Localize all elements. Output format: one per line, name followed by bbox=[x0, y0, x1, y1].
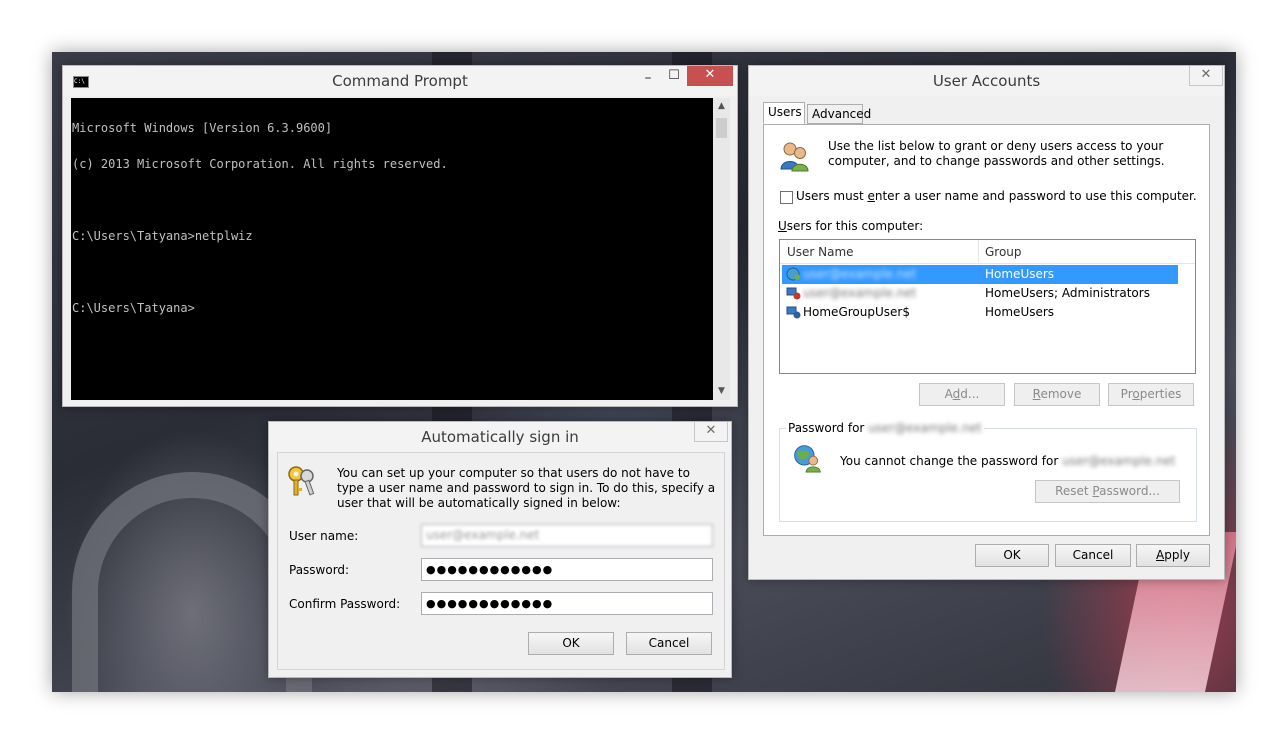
cancel-button[interactable]: Cancel bbox=[1055, 544, 1131, 567]
scroll-thumb[interactable] bbox=[716, 118, 727, 138]
console-line: (c) 2013 Microsoft Corporation. All righ… bbox=[72, 157, 448, 171]
require-password-label[interactable]: Users must enter a user name and passwor… bbox=[796, 189, 1197, 203]
password-for-user: user@example.net bbox=[868, 421, 982, 435]
password-field[interactable]: ●●●●●●●●●●●● bbox=[421, 558, 713, 581]
user-name-cell: user@example.net bbox=[803, 286, 917, 300]
user-globe-icon bbox=[786, 267, 800, 281]
column-header-group[interactable]: Group bbox=[985, 245, 1022, 259]
close-button[interactable]: ✕ bbox=[687, 66, 733, 86]
group-cell: HomeUsers bbox=[985, 267, 1055, 281]
cancel-button[interactable]: Cancel bbox=[626, 632, 712, 655]
close-button[interactable]: ✕ bbox=[1189, 66, 1223, 86]
cannot-change-password-text: You cannot change the password for user@… bbox=[840, 454, 1175, 468]
keys-icon bbox=[288, 466, 315, 496]
apply-button[interactable]: Apply bbox=[1136, 544, 1210, 567]
cannot-change-user: user@example.net bbox=[1062, 454, 1176, 468]
list-header: User Name Group bbox=[780, 240, 1195, 264]
remove-button[interactable]: Remove bbox=[1014, 383, 1100, 406]
confirm-password-label: Confirm Password: bbox=[289, 597, 401, 611]
dialog-title: User Accounts bbox=[932, 72, 1041, 90]
tab-users[interactable]: Users bbox=[763, 102, 805, 124]
user-name-field[interactable]: user@example.net bbox=[421, 524, 713, 547]
minimize-button[interactable]: – bbox=[637, 70, 659, 86]
users-icon bbox=[780, 142, 809, 172]
auto-sign-in-dialog: Automatically sign in ✕ You can set up y… bbox=[268, 421, 732, 678]
users-tab-panel: Use the list below to grant or deny user… bbox=[763, 124, 1210, 536]
dialog-description: You can set up your computer so that use… bbox=[337, 466, 716, 510]
label-part: assword... bbox=[1099, 484, 1160, 498]
label-part: pply bbox=[1164, 548, 1190, 562]
column-separator[interactable] bbox=[978, 240, 979, 264]
title-bar[interactable]: User Accounts ✕ bbox=[749, 66, 1224, 96]
add-button[interactable]: Add... bbox=[919, 383, 1005, 406]
ok-button[interactable]: OK bbox=[975, 544, 1049, 567]
ok-button[interactable]: OK bbox=[528, 632, 614, 655]
label-part: Pr bbox=[1120, 387, 1133, 401]
users-list[interactable]: User Name Group user@example.net HomeUse… bbox=[779, 239, 1196, 374]
password-label: Password: bbox=[289, 563, 350, 577]
table-row[interactable]: HomeGroupUser$ HomeUsers bbox=[782, 303, 1178, 322]
intro-text: Use the list below to grant or deny user… bbox=[828, 139, 1165, 168]
label-part: nter a user name and password to use thi… bbox=[874, 189, 1197, 203]
user-name-label: User name: bbox=[289, 529, 359, 543]
label-part: sers for this computer: bbox=[786, 219, 924, 233]
close-button[interactable]: ✕ bbox=[694, 422, 728, 442]
label-part: perties bbox=[1139, 387, 1182, 401]
group-cell: HomeUsers bbox=[985, 305, 1055, 319]
table-row[interactable]: user@example.net HomeUsers bbox=[782, 265, 1178, 284]
label-part: d... bbox=[960, 387, 980, 401]
title-bar[interactable]: Automatically sign in ✕ bbox=[269, 422, 731, 452]
group-cell: HomeUsers; Administrators bbox=[985, 286, 1150, 300]
title-bar[interactable]: C:\ Command Prompt – ☐ ✕ bbox=[63, 66, 737, 96]
password-for-label: Password for user@example.net bbox=[786, 421, 984, 435]
user-name-cell: HomeGroupUser$ bbox=[803, 305, 910, 319]
label-part: Reset bbox=[1055, 484, 1093, 498]
column-header-user-name[interactable]: User Name bbox=[787, 245, 854, 259]
console-line: C:\Users\Tatyana>netplwiz bbox=[72, 229, 253, 243]
scroll-down-arrow-icon[interactable]: ▼ bbox=[713, 383, 730, 400]
label-part: Password for bbox=[788, 421, 865, 435]
mnemonic: e bbox=[867, 189, 875, 203]
user-globe-icon bbox=[794, 445, 821, 473]
properties-button[interactable]: Properties bbox=[1108, 383, 1194, 406]
require-password-checkbox[interactable] bbox=[780, 191, 793, 204]
confirm-password-field[interactable]: ●●●●●●●●●●●● bbox=[421, 592, 713, 615]
maximize-button[interactable]: ☐ bbox=[663, 68, 685, 83]
mnemonic: o bbox=[1132, 387, 1140, 401]
users-list-label: Users for this computer: bbox=[778, 219, 923, 233]
tab-advanced[interactable]: Advanced bbox=[807, 104, 871, 124]
label-part: A bbox=[944, 387, 953, 401]
label-part: emove bbox=[1040, 387, 1082, 401]
password-groupbox bbox=[779, 428, 1197, 522]
label-part: You cannot change the password for bbox=[840, 454, 1059, 468]
table-row[interactable]: user@example.net HomeUsers; Administrato… bbox=[782, 284, 1178, 303]
reset-password-button[interactable]: Reset Password... bbox=[1035, 480, 1180, 503]
user-name-cell: user@example.net bbox=[803, 267, 917, 281]
user-computer-icon bbox=[786, 287, 801, 300]
vertical-scrollbar[interactable]: ▲ ▼ bbox=[713, 98, 730, 400]
scroll-up-arrow-icon[interactable]: ▲ bbox=[713, 98, 730, 115]
console-output[interactable]: Microsoft Windows [Version 6.3.9600] (c)… bbox=[71, 98, 713, 400]
window-title: Command Prompt bbox=[332, 72, 468, 90]
dialog-title: Automatically sign in bbox=[421, 428, 579, 446]
console-line: Microsoft Windows [Version 6.3.9600] bbox=[72, 121, 333, 135]
user-accounts-dialog: User Accounts ✕ Users Advanced Use the l… bbox=[748, 65, 1225, 580]
user-computer-icon bbox=[786, 306, 801, 319]
console-line: C:\Users\Tatyana> bbox=[72, 301, 195, 315]
label-part: Users must bbox=[796, 189, 868, 203]
mnemonic: U bbox=[778, 219, 787, 233]
command-prompt-window: C:\ Command Prompt – ☐ ✕ Microsoft Windo… bbox=[62, 65, 738, 407]
